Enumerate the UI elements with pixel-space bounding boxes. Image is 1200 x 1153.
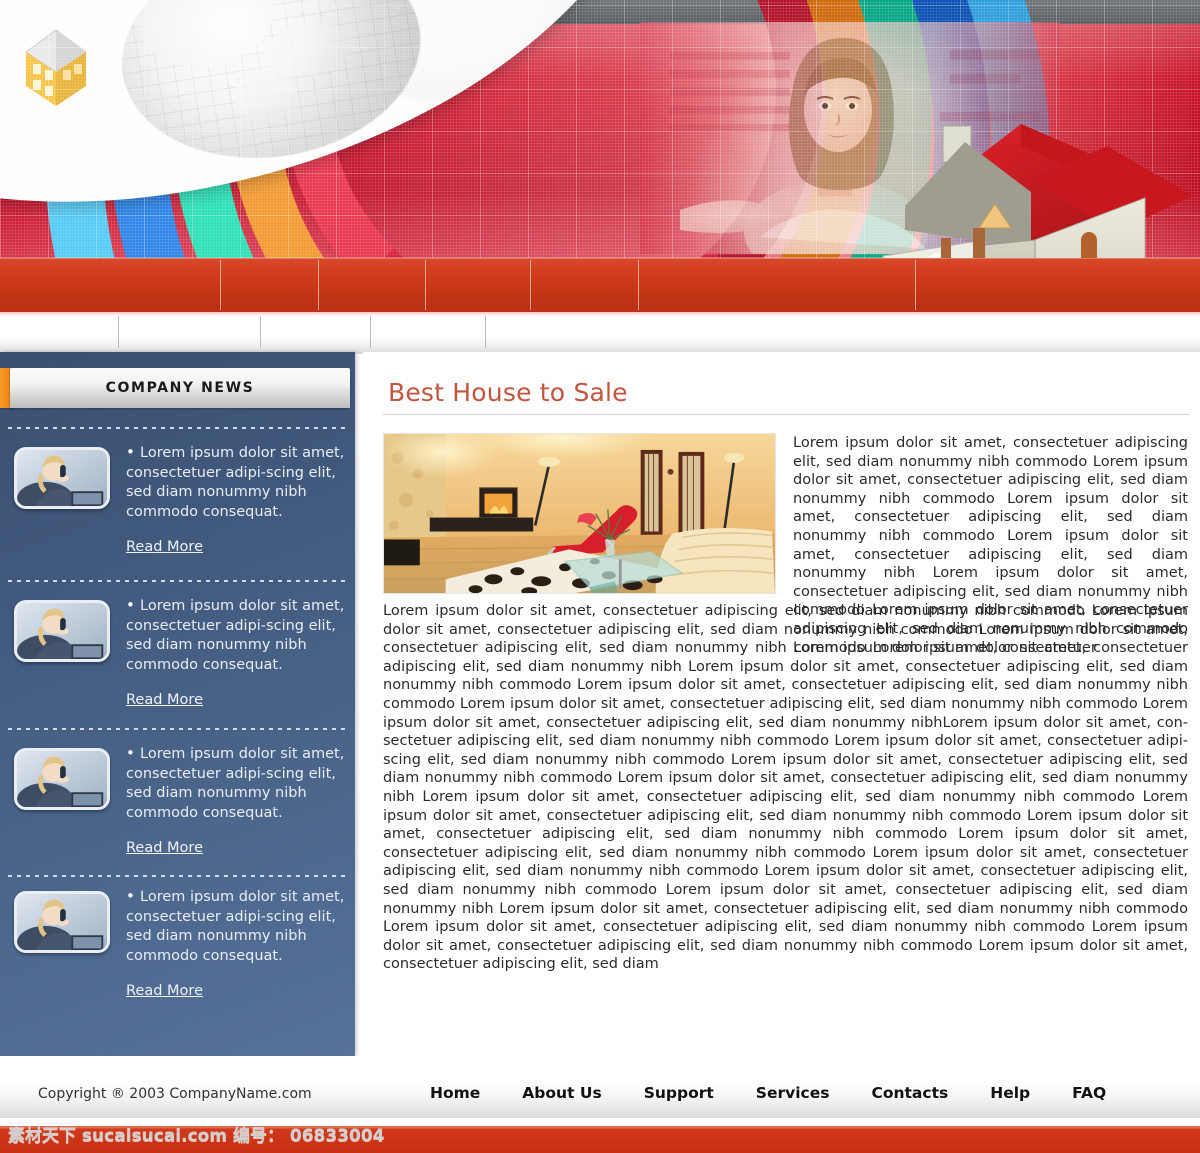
footer-link-help[interactable]: Help <box>990 1084 1030 1102</box>
orange-bar-separator <box>915 260 916 310</box>
bullet-icon: • <box>126 596 135 614</box>
news-item-text-wrap: • Lorem ipsum dolor sit amet, consectetue… <box>126 596 352 675</box>
news-item-text: Lorem ipsum dolor sit amet, consectetuer… <box>126 598 345 673</box>
nav-item-2[interactable] <box>118 316 260 348</box>
watermark-text: 素材天下 sucaisucai.com 编号： 06833004 <box>8 1126 385 1146</box>
news-thumbnail[interactable] <box>14 447 110 509</box>
news-item-text: Lorem ipsum dolor sit amet, consectetuer… <box>126 746 345 821</box>
businesswoman-photo <box>17 751 107 807</box>
read-more-link[interactable]: Read More <box>126 692 203 708</box>
footer-link-services[interactable]: Services <box>756 1084 830 1102</box>
news-thumbnail[interactable] <box>14 891 110 953</box>
sidebar-divider <box>8 427 346 429</box>
living-room-graphic <box>384 434 775 593</box>
read-more-link[interactable]: Read More <box>126 983 203 999</box>
nav-item-4[interactable] <box>370 316 485 348</box>
bullet-icon: • <box>126 744 135 762</box>
copyright-text: Copyright ® 2003 CompanyName.com <box>38 1086 312 1102</box>
sidebar-company-news: COMPANY NEWS • Lorem ipsum dolor sit ame… <box>0 352 355 1056</box>
footer-link-contacts[interactable]: Contacts <box>871 1084 948 1102</box>
house-logo-icon <box>25 29 87 106</box>
nav-item-5[interactable] <box>485 316 785 348</box>
top-navigation-bar[interactable] <box>0 316 1200 354</box>
page-root: COMPANY NEWS • Lorem ipsum dolor sit ame… <box>0 0 1200 1153</box>
news-thumbnail[interactable] <box>14 748 110 810</box>
orange-bar-separator <box>220 260 221 310</box>
page-title: Best House to Sale <box>388 378 628 407</box>
sidebar-divider <box>8 580 346 582</box>
orange-bar-separator <box>530 260 531 310</box>
sidebar-title: COMPANY NEWS <box>105 380 255 396</box>
nav-item-1[interactable] <box>0 316 118 348</box>
news-item-text: Lorem ipsum dolor sit amet, consectetuer… <box>126 889 345 964</box>
sidebar-divider <box>8 728 346 730</box>
read-more-link[interactable]: Read More <box>126 840 203 856</box>
businesswoman-photo <box>17 894 107 950</box>
footer-link-home[interactable]: Home <box>430 1084 480 1102</box>
body-paragraph: Lorem ipsum dolor sit amet, consectetuer… <box>383 603 1188 973</box>
title-rule <box>383 414 1189 415</box>
footer-link-support[interactable]: Support <box>644 1084 714 1102</box>
living-room-photo <box>383 433 776 594</box>
bullet-icon: • <box>126 887 135 905</box>
nav-item-3[interactable] <box>260 316 370 348</box>
orange-bar-separator <box>638 260 639 310</box>
news-thumbnail[interactable] <box>14 600 110 662</box>
orange-bar-separator <box>425 260 426 310</box>
news-item-text-wrap: • Lorem ipsum dolor sit amet, consectetue… <box>126 744 352 823</box>
orange-divider-bar <box>0 258 1200 312</box>
businesswoman-photo <box>17 450 107 506</box>
sidebar-header: COMPANY NEWS <box>10 368 350 408</box>
bullet-icon: • <box>126 443 135 461</box>
footer-navigation[interactable]: Home About Us Support Services Contacts … <box>430 1084 1150 1102</box>
news-item-text-wrap: • Lorem ipsum dolor sit amet, consectetue… <box>126 443 352 522</box>
sidebar-divider <box>8 875 346 877</box>
footer-link-about-us[interactable]: About Us <box>522 1084 601 1102</box>
main-content: Best House to Sale Lorem ipsum dolor sit… <box>363 352 1200 1056</box>
news-item-text-wrap: • Lorem ipsum dolor sit amet, consectetue… <box>126 887 352 966</box>
footer-link-faq[interactable]: FAQ <box>1072 1084 1106 1102</box>
read-more-link[interactable]: Read More <box>126 539 203 555</box>
news-item-text: Lorem ipsum dolor sit amet, consectetuer… <box>126 445 345 520</box>
businesswoman-photo <box>17 603 107 659</box>
orange-bar-separator <box>318 260 319 310</box>
